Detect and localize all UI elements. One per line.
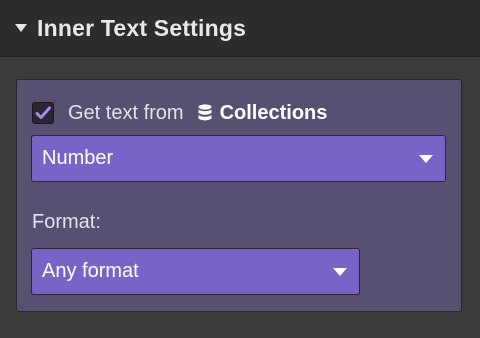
caret-down-icon[interactable]: [15, 24, 27, 32]
section-header[interactable]: Inner Text Settings: [0, 0, 480, 57]
chevron-down-icon: [333, 267, 347, 276]
get-text-checkbox[interactable]: [32, 102, 54, 124]
get-text-label: Get text from: [68, 101, 184, 124]
format-select[interactable]: Any format: [31, 248, 360, 295]
collection-binding-section: Get text from Collections Number Format:…: [16, 79, 462, 312]
get-text-row: Get text from Collections: [32, 98, 327, 128]
format-select-value: Any format: [42, 260, 139, 282]
source-name: Collections: [219, 101, 328, 124]
field-select-value: Number: [42, 147, 114, 169]
field-select[interactable]: Number: [31, 135, 446, 182]
chevron-down-icon: [419, 154, 433, 163]
format-label: Format:: [32, 211, 101, 233]
checkmark-icon: [35, 106, 51, 119]
database-icon: [198, 104, 212, 122]
section-title: Inner Text Settings: [37, 14, 247, 41]
inner-text-settings-panel: Inner Text Settings Get text from Collec…: [0, 0, 480, 338]
